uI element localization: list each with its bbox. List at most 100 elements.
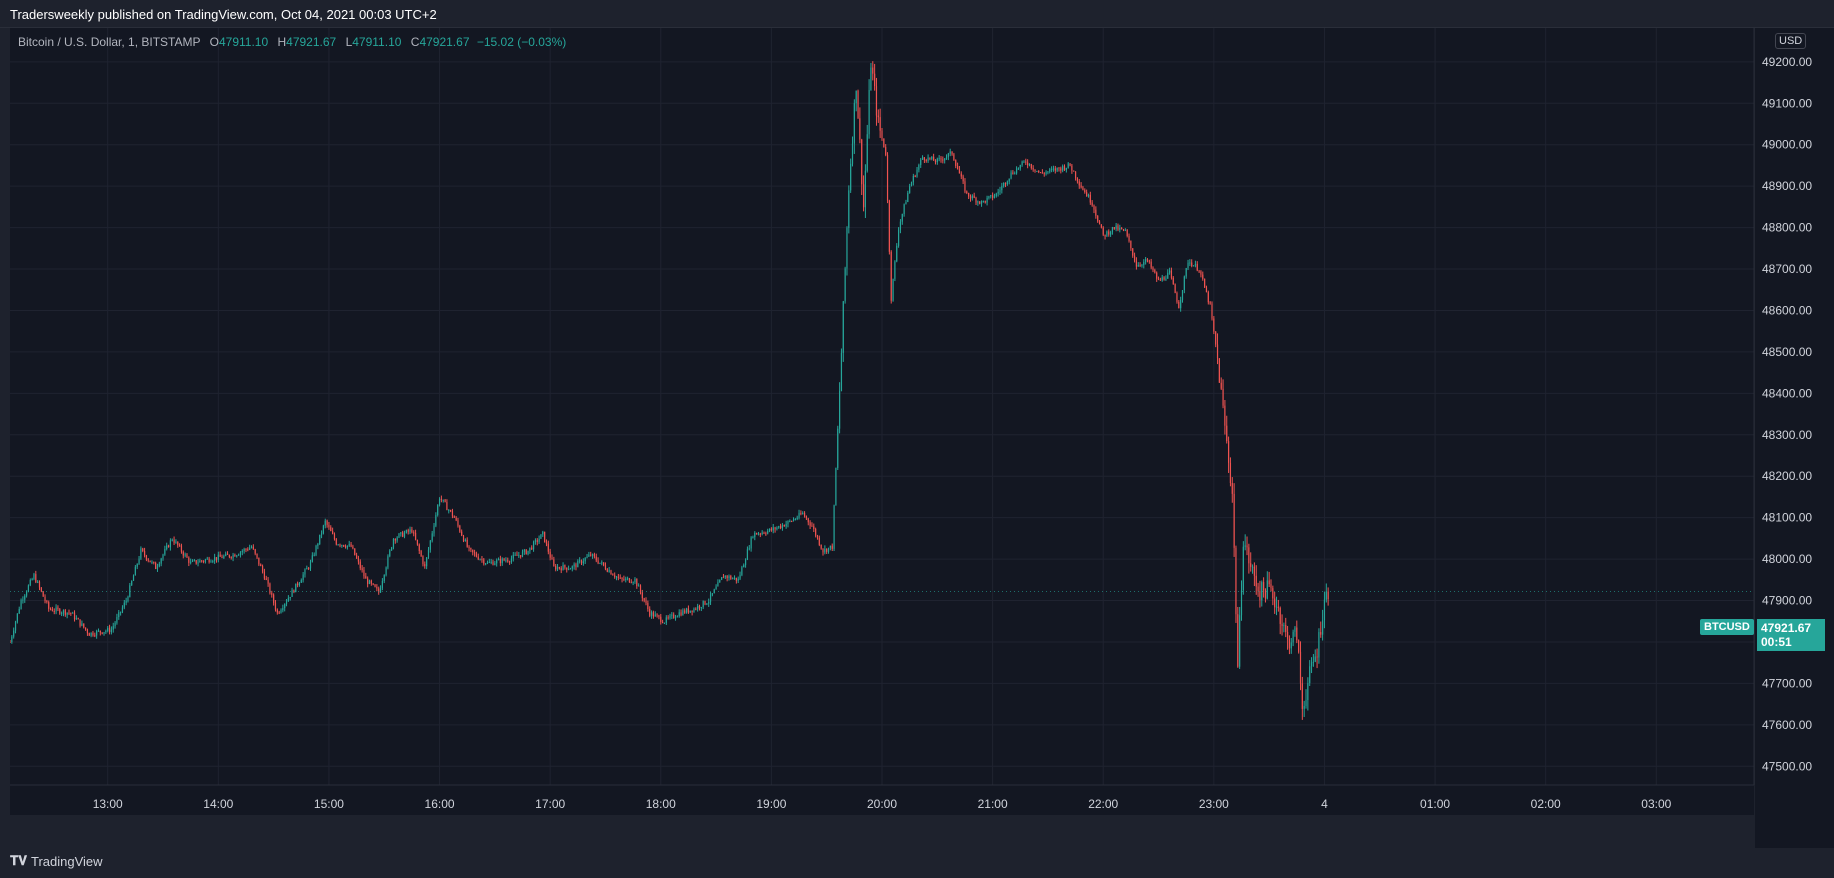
candle-body	[446, 501, 448, 511]
candle-body	[1274, 598, 1276, 608]
candle-body	[942, 159, 944, 161]
candle	[1145, 256, 1147, 265]
candle-body	[411, 529, 413, 533]
candle-body	[1008, 178, 1010, 182]
candle-body	[1052, 168, 1055, 170]
candle-body	[947, 153, 949, 157]
candle-body	[603, 562, 605, 566]
candle-body	[514, 554, 516, 556]
candle-body	[230, 557, 232, 559]
candle	[1257, 582, 1259, 597]
candle-body	[1082, 187, 1084, 191]
candle-body	[698, 605, 701, 608]
candle-body	[1325, 591, 1327, 600]
candle	[143, 547, 146, 558]
candle	[1003, 182, 1005, 188]
candle-body	[580, 560, 583, 564]
candle	[525, 549, 527, 555]
candle-body	[520, 555, 522, 557]
candle-body	[391, 547, 393, 551]
candle-body	[1130, 240, 1132, 249]
candle	[1100, 224, 1102, 229]
chart-area[interactable]: 47500.0047600.0047700.0047800.0047900.00…	[10, 28, 1834, 848]
candle-body	[490, 561, 492, 563]
candle-body	[326, 520, 328, 525]
candle-body	[27, 585, 30, 592]
candle-body	[1148, 260, 1150, 262]
candle-body	[324, 520, 326, 526]
candle	[367, 576, 369, 588]
candle	[1198, 270, 1200, 274]
candle	[514, 552, 516, 556]
candle-body	[42, 591, 44, 597]
candle-body	[992, 195, 994, 198]
price-axis-label: 48100.00	[1762, 511, 1812, 525]
candle-body	[1115, 225, 1117, 229]
candlestick-chart[interactable]: 47500.0047600.0047700.0047800.0047900.00…	[10, 28, 1834, 848]
candle-body	[1251, 566, 1254, 568]
candle-body	[857, 90, 859, 119]
candle	[291, 587, 293, 597]
candle-body	[555, 565, 557, 570]
tradingview-logo[interactable]: 𝐓𝐕 TradingView	[10, 853, 103, 869]
candle-body	[566, 567, 568, 570]
candle-body	[1014, 173, 1016, 175]
candle-body	[424, 564, 426, 567]
candle	[333, 532, 336, 541]
candle	[896, 243, 898, 263]
candle-body	[617, 576, 619, 578]
candle-body	[190, 561, 192, 563]
candle-body	[783, 524, 785, 527]
symbol-legend[interactable]: Bitcoin / U.S. Dollar, 1, BITSTAMP O4791…	[18, 35, 566, 49]
time-axis-label: 16:00	[425, 797, 455, 811]
candle-body	[309, 561, 312, 569]
candle	[1205, 285, 1208, 293]
candle-body	[881, 130, 883, 139]
candle-body	[261, 566, 264, 572]
candle-body	[1288, 638, 1291, 649]
candle	[969, 194, 972, 202]
candle-body	[564, 565, 566, 568]
candle-body	[1074, 171, 1077, 178]
candle-body	[577, 560, 579, 568]
candle	[462, 534, 465, 543]
candle	[531, 545, 533, 551]
candle	[1298, 639, 1300, 654]
candle	[947, 152, 949, 161]
candle-body	[374, 584, 376, 587]
candle-body	[938, 158, 940, 160]
candle-body	[813, 526, 815, 529]
candle	[673, 612, 675, 619]
candle-body	[1239, 615, 1241, 667]
candle	[1303, 700, 1305, 717]
candle	[496, 558, 498, 567]
candle-body	[811, 525, 813, 527]
candle	[151, 560, 153, 565]
candle	[925, 158, 927, 163]
candle-body	[1227, 441, 1230, 463]
candle	[582, 558, 584, 566]
candle	[903, 203, 905, 217]
currency-badge[interactable]: USD	[1775, 33, 1807, 49]
candle	[1202, 271, 1204, 281]
candle	[1242, 541, 1244, 595]
candle	[1283, 622, 1285, 633]
candle-body	[481, 559, 483, 561]
candle-body	[787, 520, 789, 524]
candle-body	[81, 623, 83, 626]
candle	[90, 632, 92, 638]
candle	[1093, 204, 1095, 214]
candle	[669, 613, 671, 620]
candle	[1194, 260, 1197, 268]
candle	[1004, 182, 1007, 188]
candle-body	[86, 629, 89, 634]
candle	[435, 512, 437, 528]
candle	[1187, 259, 1189, 271]
candle-body	[1196, 263, 1198, 271]
candle-body	[162, 554, 164, 559]
candle	[507, 557, 509, 563]
candle-body	[551, 557, 553, 560]
candle-body	[899, 221, 902, 230]
candle	[831, 543, 833, 552]
candle-body	[105, 630, 107, 633]
